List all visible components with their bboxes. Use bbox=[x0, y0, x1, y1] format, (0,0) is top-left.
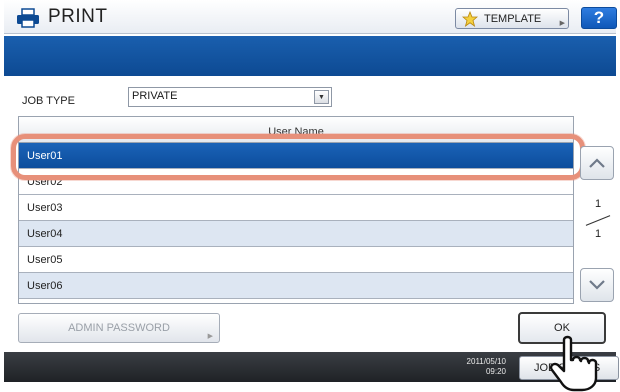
page-indicator: 1 1 bbox=[585, 198, 611, 246]
selection-highlight bbox=[11, 134, 585, 180]
header-band bbox=[4, 36, 616, 76]
corner-arrow-icon: ▶ bbox=[207, 333, 213, 340]
total-pages: 1 bbox=[595, 228, 602, 240]
list-item[interactable]: User03 bbox=[19, 195, 573, 221]
page-up-button[interactable] bbox=[580, 146, 614, 180]
job-type-label: JOB TYPE bbox=[22, 95, 75, 107]
title-bar: PRINT TEMPLATE ▶ ? bbox=[4, 0, 617, 34]
admin-password-button[interactable]: ADMIN PASSWORD ▶ bbox=[18, 313, 220, 343]
star-icon bbox=[462, 10, 478, 27]
template-label: TEMPLATE bbox=[484, 12, 542, 25]
status-date: 2011/05/10 bbox=[466, 357, 506, 366]
job-type-value: PRIVATE bbox=[132, 90, 178, 102]
status-time: 09:20 bbox=[485, 367, 506, 376]
list-item[interactable]: User04 bbox=[19, 221, 573, 247]
page-title: PRINT bbox=[48, 6, 108, 27]
print-icon bbox=[17, 8, 39, 28]
corner-arrow-icon: ▶ bbox=[559, 20, 565, 27]
page-down-button[interactable] bbox=[580, 268, 614, 302]
page-separator bbox=[585, 215, 611, 226]
template-button[interactable]: TEMPLATE ▶ bbox=[455, 8, 569, 29]
admin-password-label: ADMIN PASSWORD bbox=[68, 322, 170, 334]
hand-pointer-icon bbox=[549, 335, 598, 392]
current-page: 1 bbox=[595, 198, 602, 210]
chevron-down-icon bbox=[589, 280, 605, 290]
dropdown-arrow-icon[interactable]: ▼ bbox=[314, 90, 329, 104]
status-bar: 2011/05/10 09:20 JOB STATUS bbox=[4, 352, 619, 382]
list-item[interactable]: User06 bbox=[19, 273, 573, 299]
job-type-select[interactable]: PRIVATE ▼ bbox=[128, 87, 332, 107]
help-button[interactable]: ? bbox=[581, 7, 617, 29]
list-item[interactable]: User05 bbox=[19, 247, 573, 273]
chevron-up-icon bbox=[589, 158, 605, 168]
datetime: 2011/05/10 09:20 bbox=[452, 357, 506, 377]
